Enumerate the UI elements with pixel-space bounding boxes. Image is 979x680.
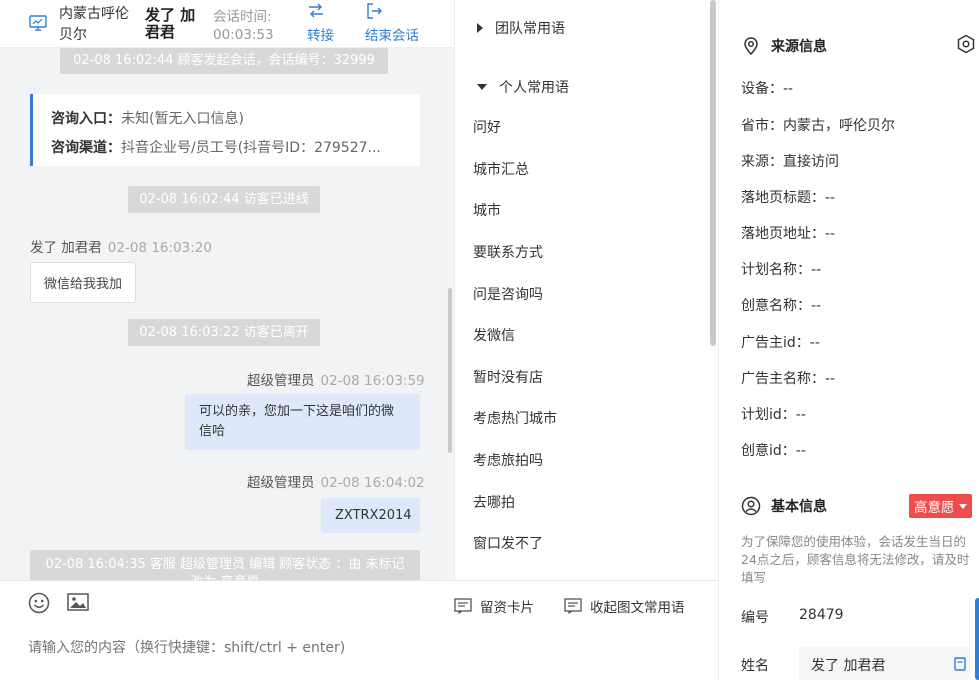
- location-pin-icon: [744, 37, 758, 56]
- source-row-device: 设备：--: [741, 81, 794, 97]
- source-row-province: 省市：内蒙古，呼伦贝尔: [741, 118, 895, 134]
- end-session-label: 结束会话: [365, 28, 419, 44]
- source-info-label: 来源信息: [771, 39, 827, 55]
- visitor-message-name: 发了 加君君: [30, 240, 102, 256]
- source-row-creative-name: 创意名称：--: [741, 298, 822, 314]
- phrases-scrollbar-thumb[interactable]: [710, 0, 716, 346]
- customer-name-value: 发了 加君君: [811, 658, 886, 674]
- chat-scrollbar[interactable]: [446, 48, 454, 580]
- system-message-start: 02-08 16:02:44 顾客发起会话，会话编号：32999: [60, 48, 388, 74]
- phrase-item[interactable]: 要联系方式: [473, 242, 543, 262]
- visitor-name: 发了 加君君: [145, 6, 196, 41]
- emoji-icon[interactable]: [28, 592, 50, 618]
- visitor-message-time: 02-08 16:03:20: [107, 240, 212, 256]
- side-drawer-handle[interactable]: [975, 598, 979, 680]
- phrase-item[interactable]: 问好: [473, 117, 501, 137]
- system-message-enter: 02-08 16:02:44 访客已进线: [128, 186, 320, 213]
- phrase-item[interactable]: 窗口发不了: [473, 533, 543, 553]
- session-time-value: 00:03:53: [213, 27, 274, 43]
- message-input[interactable]: [28, 633, 688, 663]
- phrases-panel: 团队常用语 个人常用语 问好 城市汇总 城市 要联系方式 问是咨询吗 发微信 暂…: [454, 0, 718, 580]
- channel-value: 抖音企业号/员工号(抖音号ID：279527...: [121, 140, 381, 156]
- phrase-item[interactable]: 考虑旅拍吗: [473, 450, 543, 470]
- intent-level-dropdown[interactable]: 高意愿: [909, 494, 972, 518]
- basic-info-label: 基本信息: [771, 499, 827, 515]
- image-icon[interactable]: [67, 592, 89, 616]
- caret-down-icon: [477, 84, 487, 90]
- source-row-plan-name: 计划名称：--: [741, 262, 822, 278]
- lead-card-button[interactable]: 留资卡片: [454, 596, 534, 616]
- customer-id-label: 编号: [741, 610, 769, 626]
- phrases-scrollbar[interactable]: [708, 0, 718, 580]
- settings-icon[interactable]: [956, 34, 976, 58]
- phrase-item[interactable]: 城市汇总: [473, 159, 529, 179]
- app-root: 内蒙古呼伦贝尔 发了 加君君 会话时间: 00:03:53 转接 结束会话 02…: [0, 0, 979, 680]
- visitor-message-meta: 发了 加君君 02-08 16:03:20: [30, 236, 212, 256]
- team-phrases-group[interactable]: 团队常用语: [477, 18, 565, 38]
- agent-name-2: 超级管理员: [247, 475, 315, 491]
- system-message-status: 02-08 16:04:35 客服 超级管理员 编辑 顾客状态 ：由 未标记 改…: [30, 550, 420, 580]
- phrase-item[interactable]: 城市: [473, 200, 501, 220]
- chat-scrollbar-thumb[interactable]: [448, 288, 452, 453]
- phrase-item[interactable]: 问是咨询吗: [473, 284, 543, 304]
- edit-icon[interactable]: [953, 657, 967, 675]
- team-phrases-label: 团队常用语: [495, 21, 565, 37]
- agent-message-meta-2: 超级管理员 02-08 16:04:02: [247, 471, 425, 491]
- chat-panel: 内蒙古呼伦贝尔 发了 加君君 会话时间: 00:03:53 转接 结束会话 02…: [0, 0, 454, 680]
- end-session-button[interactable]: 结束会话: [365, 2, 419, 44]
- agent-message-meta-1: 超级管理员 02-08 16:03:59: [247, 369, 425, 389]
- phrase-item[interactable]: 发微信: [473, 325, 515, 345]
- chat-messages[interactable]: 02-08 16:02:44 顾客发起会话，会话编号：32999 咨询入口：未知…: [0, 48, 446, 580]
- personal-phrases-label: 个人常用语: [499, 80, 569, 96]
- end-session-icon: [367, 3, 382, 19]
- source-info-title: 来源信息: [741, 36, 827, 56]
- source-row-creative-id: 创意id：--: [741, 443, 806, 459]
- collapse-phrases-label: 收起图文常用语: [590, 600, 685, 616]
- monitor-icon: [29, 14, 47, 32]
- collect-icon: [564, 598, 582, 614]
- collapse-phrases-button[interactable]: 收起图文常用语: [564, 596, 685, 616]
- visitor-location: 内蒙古呼伦贝尔: [59, 6, 129, 43]
- agent-message-bubble-2: ZXTRX2014: [321, 498, 420, 533]
- source-row-landing-url: 落地页地址：--: [741, 226, 836, 242]
- transfer-icon: [309, 3, 323, 18]
- lead-card-label: 留资卡片: [480, 600, 534, 616]
- system-message-leave: 02-08 16:03:22 访客已离开: [128, 319, 320, 346]
- message-composer: 留资卡片 收起图文常用语: [0, 580, 718, 680]
- customer-info-panel: 来源信息 设备：-- 省市：内蒙古，呼伦贝尔 来源：直接访问 落地页标题：-- …: [718, 0, 979, 680]
- user-icon: [741, 496, 761, 516]
- caret-right-icon: [477, 23, 483, 33]
- customer-name-label: 姓名: [741, 658, 769, 674]
- phrase-item[interactable]: 考虑热门城市: [473, 408, 557, 428]
- source-row-advertiser-id: 广告主id：--: [741, 335, 820, 351]
- phrase-item[interactable]: 暂时没有店: [473, 367, 543, 387]
- session-time-label: 会话时间:: [213, 9, 272, 25]
- agent-name-1: 超级管理员: [247, 373, 315, 389]
- source-row-advertiser-name: 广告主名称：--: [741, 371, 836, 387]
- transfer-button[interactable]: 转接: [307, 2, 334, 44]
- customer-id-value: 28479: [799, 607, 844, 623]
- channel-label: 咨询渠道：: [51, 140, 121, 156]
- agent-time-1: 02-08 16:03:59: [320, 373, 425, 389]
- consult-info-card: 咨询入口：未知(暂无入口信息) 咨询渠道：抖音企业号/员工号(抖音号ID：279…: [30, 94, 420, 166]
- basic-info-title: 基本信息: [741, 496, 827, 516]
- intent-level-label: 高意愿: [914, 500, 955, 516]
- phrase-item[interactable]: 去哪拍: [473, 492, 515, 512]
- source-row-landing-title: 落地页标题：--: [741, 190, 836, 206]
- visitor-message-bubble: 微信给我我加: [30, 262, 137, 303]
- source-row-origin: 来源：直接访问: [741, 154, 839, 170]
- agent-time-2: 02-08 16:04:02: [320, 475, 425, 491]
- agent-message-bubble-1: 可以的亲，您加一下这是咱们的微信哈: [185, 394, 420, 450]
- transfer-label: 转接: [307, 28, 334, 44]
- entry-label: 咨询入口：: [51, 111, 121, 127]
- source-row-plan-id: 计划id：--: [741, 407, 806, 423]
- chat-header: 内蒙古呼伦贝尔 发了 加君君 会话时间: 00:03:53 转接 结束会话: [0, 0, 454, 48]
- entry-value: 未知(暂无入口信息): [121, 111, 244, 127]
- customer-name-field[interactable]: 发了 加君君: [799, 647, 971, 680]
- card-icon: [454, 598, 472, 614]
- chevron-down-icon: [958, 503, 967, 509]
- edit-notice: 为了保障您的使用体验，会话发生当日的24点之后，顾客信息将无法修改，请及时填写: [741, 534, 970, 585]
- personal-phrases-group[interactable]: 个人常用语: [477, 77, 569, 97]
